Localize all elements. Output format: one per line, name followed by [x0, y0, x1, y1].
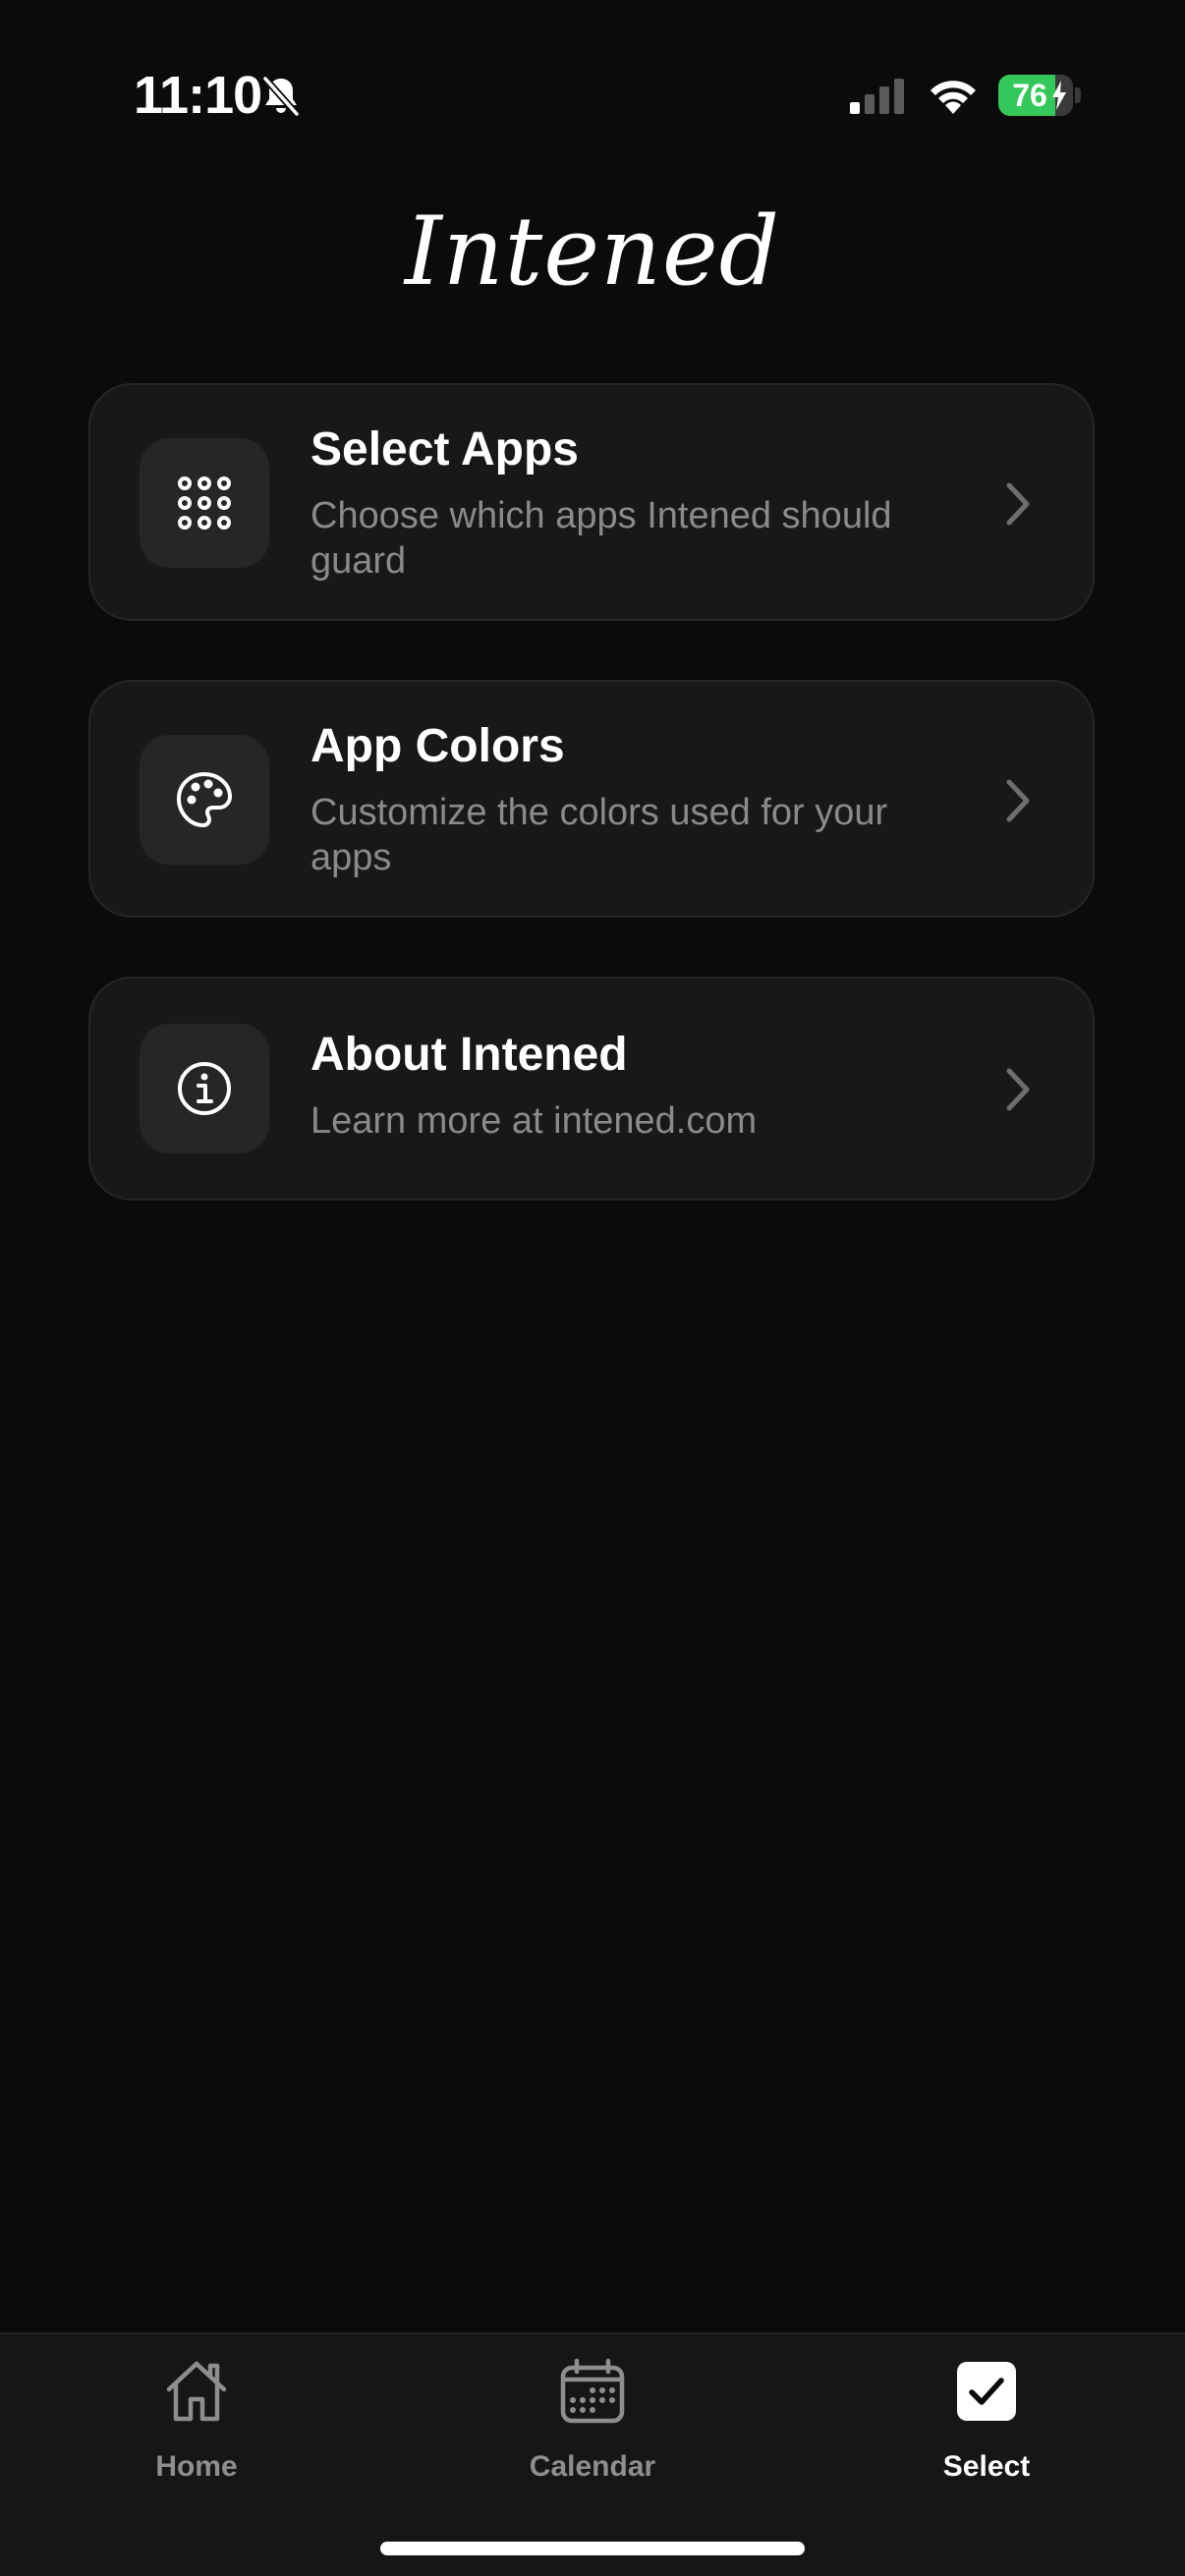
home-indicator[interactable]: [380, 2542, 805, 2555]
bell-slash-icon: [262, 76, 300, 117]
chevron-right-icon: [1006, 1068, 1030, 1111]
tab-home-label: Home: [155, 2450, 238, 2483]
calendar-icon: [560, 2358, 625, 2424]
tab-select-label: Select: [942, 2450, 1031, 2483]
battery-cap: [1075, 87, 1081, 103]
tab-select[interactable]: Select: [869, 2356, 1104, 2503]
checkmark-square-icon: [957, 2362, 1016, 2421]
palette-icon: [177, 772, 232, 827]
chevron-right-icon: [1006, 482, 1030, 526]
app-colors-title: App Colors: [310, 720, 565, 772]
app-colors-subtitle: Customize the colors used for your apps: [310, 792, 888, 878]
app-grid-icon: [178, 476, 231, 530]
tab-calendar-label: Calendar: [529, 2450, 656, 2483]
app-logo: Intened: [404, 196, 781, 307]
tab-calendar[interactable]: Calendar: [475, 2356, 710, 2503]
about-intened-card[interactable]: About Intened Learn more at intened.com: [88, 977, 1095, 1201]
charging-bolt-icon: [1052, 81, 1066, 110]
cellular-signal-icon: [850, 79, 904, 114]
about-intened-icon-box: [140, 1024, 269, 1153]
app-colors-card[interactable]: App Colors Customize the colors used for…: [88, 680, 1095, 918]
info-circle-icon: [178, 1062, 231, 1115]
select-apps-icon-box: [140, 438, 269, 568]
select-apps-subtitle: Choose which apps Intened should guard: [310, 495, 892, 582]
tab-home[interactable]: Home: [79, 2356, 314, 2503]
about-intened-subtitle: Learn more at intened.com: [310, 1100, 758, 1142]
wifi-icon: [931, 81, 976, 114]
status-bar: 11:10 76: [0, 0, 1185, 196]
tab-bar: Home Calendar Select: [0, 2332, 1185, 2576]
about-intened-title: About Intened: [310, 1029, 628, 1081]
house-icon: [166, 2361, 227, 2422]
select-apps-card[interactable]: Select Apps Choose which apps Intened sh…: [88, 383, 1095, 621]
select-apps-title: Select Apps: [310, 423, 579, 476]
battery-icon: 76: [998, 75, 1073, 116]
chevron-right-icon: [1006, 779, 1030, 822]
app-colors-icon-box: [140, 735, 269, 865]
status-time: 11:10: [134, 66, 262, 125]
